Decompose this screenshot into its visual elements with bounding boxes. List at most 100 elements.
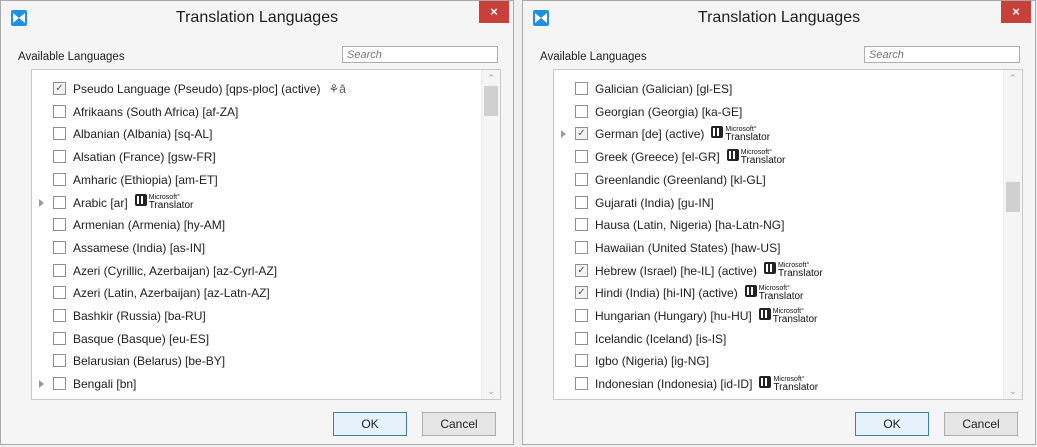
language-row[interactable]: Galician (Galician) [gl-ES] (554, 79, 1004, 101)
language-name: Pseudo Language (Pseudo) [qps-ploc] (act… (73, 82, 321, 96)
language-row[interactable]: ✓ Hindi (India) [hi-IN] (active) Microsoft… (554, 283, 1004, 305)
language-row[interactable]: Hausa (Latin, Nigeria) [ha-Latn-NG] (554, 215, 1004, 237)
language-checkbox[interactable]: ✓ (575, 286, 588, 300)
language-row[interactable]: Armenian (Armenia) [hy-AM] (32, 215, 482, 237)
language-checkbox[interactable] (575, 218, 588, 232)
language-checkbox[interactable] (53, 218, 66, 232)
vertical-scrollbar[interactable]: ⌃ ⌄ (1003, 70, 1022, 399)
language-checkbox[interactable] (53, 104, 66, 118)
language-row[interactable]: Arabic [ar] Microsoft° Translator (32, 193, 482, 215)
language-checkbox[interactable]: ✓ (575, 127, 588, 141)
language-label: Basque (Basque) [eu-ES] (73, 332, 209, 346)
language-checkbox[interactable] (575, 309, 588, 322)
language-row[interactable]: Azeri (Latin, Azerbaijan) [az-Latn-AZ] (32, 283, 482, 305)
language-row[interactable]: Icelandic (Iceland) [is-IS] (554, 329, 1004, 351)
expand-arrow-icon[interactable] (561, 130, 566, 139)
language-row[interactable]: ✓ Hebrew (Israel) [he-IL] (active) Microso… (554, 261, 1004, 283)
microsoft-translator-icon: Microsoft° Translator (758, 307, 817, 324)
language-row[interactable]: Greek (Greece) [el-GR] Microsoft° Translat… (554, 147, 1004, 169)
language-row[interactable]: Azeri (Cyrillic, Azerbaijan) [az-Cyrl-AZ… (32, 261, 482, 283)
language-row[interactable]: Greenlandic (Greenland) [kl-GL] (554, 170, 1004, 192)
available-languages-label: Available Languages (540, 51, 647, 63)
language-checkbox[interactable] (53, 263, 66, 277)
language-checkbox[interactable] (575, 377, 588, 391)
language-label: Greenlandic (Greenland) [kl-GL] (595, 173, 766, 187)
language-checkbox[interactable] (575, 82, 588, 95)
microsoft-translator-icon: Microsoft° Translator (744, 285, 803, 302)
title-bar: Translation Languages × (523, 1, 1035, 39)
language-checkbox[interactable] (575, 150, 588, 164)
language-checkbox[interactable] (53, 127, 66, 141)
language-row[interactable]: Assamese (India) [as-IN] (32, 238, 482, 260)
language-row[interactable]: Igbo (Nigeria) [ig-NG] (554, 351, 1004, 373)
ok-button[interactable]: OK (333, 412, 407, 436)
language-checkbox[interactable] (53, 309, 66, 322)
language-list: ⌃ ⌄ ✓ Pseudo Language (Pseudo) [qps-ploc]… (31, 69, 501, 400)
language-checkbox[interactable] (53, 354, 66, 368)
language-label: Arabic [ar] Microsoft° Translator (73, 194, 193, 211)
language-name: Hawaiian (United States) [haw-US] (595, 240, 781, 255)
language-checkbox[interactable] (575, 331, 588, 345)
language-checkbox[interactable] (53, 195, 66, 209)
language-checkbox[interactable] (575, 104, 588, 118)
language-label: Alsatian (France) [gsw-FR] (73, 150, 216, 164)
close-button[interactable]: × (479, 1, 509, 23)
cancel-button[interactable]: Cancel (944, 412, 1018, 436)
language-checkbox[interactable] (53, 240, 66, 254)
scroll-up-icon[interactable]: ⌃ (1004, 70, 1022, 86)
close-button[interactable]: × (1001, 1, 1031, 23)
language-label: Assamese (India) [as-IN] (73, 241, 205, 255)
language-row[interactable]: ✓ German [de] (active) Microsoft° Translato… (554, 124, 1004, 146)
vertical-scrollbar[interactable]: ⌃ ⌄ (481, 70, 500, 399)
language-row[interactable]: Bengali [bn] (32, 374, 482, 396)
scroll-down-icon[interactable]: ⌄ (1004, 383, 1022, 399)
language-name: Belarusian (Belarus) [be-BY] (73, 354, 226, 369)
expand-arrow-icon[interactable] (39, 198, 44, 207)
language-name: Alsatian (France) [gsw-FR] (73, 150, 216, 165)
language-checkbox[interactable] (575, 195, 588, 209)
search-input[interactable] (864, 46, 1020, 63)
language-checkbox[interactable] (575, 172, 588, 186)
language-name: Armenian (Armenia) [hy-AM] (73, 218, 226, 233)
language-row[interactable]: Bashkir (Russia) [ba-RU] (32, 306, 482, 328)
language-checkbox[interactable] (53, 331, 66, 345)
language-row[interactable]: Gujarati (India) [gu-IN] (554, 193, 1004, 215)
language-label: Indonesian (Indonesia) [id-ID] Microsoft°… (595, 375, 818, 392)
language-name: Greek (Greece) [el-GR] (595, 150, 720, 165)
microsoft-translator-icon: Microsoft° Translator (711, 126, 770, 143)
language-row[interactable]: Afrikaans (South Africa) [af-ZA] (32, 102, 482, 124)
language-label: Georgian (Georgia) [ka-GE] (595, 105, 742, 119)
scroll-up-icon[interactable]: ⌃ (482, 70, 500, 86)
language-row[interactable]: Alsatian (France) [gsw-FR] (32, 147, 482, 169)
scrollbar-thumb[interactable] (1006, 182, 1020, 213)
language-checkbox[interactable]: ✓ (53, 82, 66, 95)
cancel-button[interactable]: Cancel (422, 412, 496, 436)
language-row[interactable]: Hungarian (Hungary) [hu-HU] Microsoft° Tra… (554, 306, 1004, 328)
language-row[interactable]: Basque (Basque) [eu-ES] (32, 329, 482, 351)
language-row[interactable]: Belarusian (Belarus) [be-BY] (32, 351, 482, 373)
language-checkbox[interactable] (53, 150, 66, 164)
language-name: Hausa (Latin, Nigeria) [ha-Latn-NG] (595, 218, 785, 233)
language-checkbox[interactable] (575, 240, 588, 254)
expand-arrow-icon[interactable] (39, 380, 44, 389)
language-row[interactable]: Hawaiian (United States) [haw-US] (554, 238, 1004, 260)
language-row[interactable]: Amharic (Ethiopia) [am-ET] (32, 170, 482, 192)
language-checkbox[interactable]: ✓ (575, 263, 588, 277)
language-row[interactable]: Indonesian (Indonesia) [id-ID] Microsoft°… (554, 374, 1004, 396)
language-checkbox[interactable] (53, 377, 66, 391)
language-name: Basque (Basque) [eu-ES] (73, 331, 210, 346)
language-name: German [de] (active) (595, 127, 705, 142)
scroll-down-icon[interactable]: ⌄ (482, 383, 500, 399)
microsoft-translator-icon: Microsoft° Translator (759, 375, 818, 392)
available-languages-label: Available Languages (18, 51, 125, 63)
language-checkbox[interactable] (53, 172, 66, 186)
ok-button[interactable]: OK (855, 412, 929, 436)
language-row[interactable]: Georgian (Georgia) [ka-GE] (554, 102, 1004, 124)
search-input[interactable] (342, 46, 498, 63)
language-checkbox[interactable] (53, 286, 66, 300)
language-row[interactable]: Albanian (Albania) [sq-AL] (32, 124, 482, 146)
language-checkbox[interactable] (575, 354, 588, 368)
scrollbar-thumb[interactable] (484, 86, 498, 116)
language-row[interactable]: ✓ Pseudo Language (Pseudo) [qps-ploc] (ac… (32, 79, 482, 101)
language-label: Bashkir (Russia) [ba-RU] (73, 309, 206, 323)
